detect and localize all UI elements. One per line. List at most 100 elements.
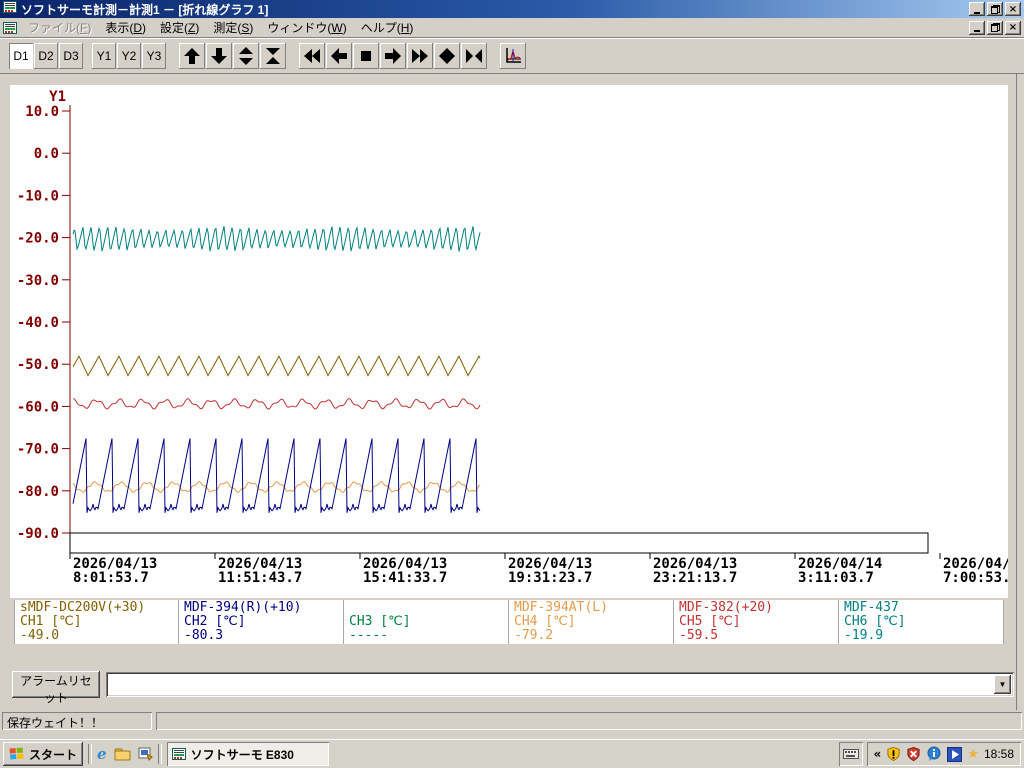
mdi-client-area: Y1 10.0 0.0 -10.0 -20.0 -30.0 -40.0 -50.0 -60.0 -… [0, 74, 1024, 710]
taskbar-clock[interactable]: 18:58 [984, 747, 1014, 761]
menu-measure[interactable]: 測定(S) [206, 18, 260, 37]
channel-name: MDF-382(+20) [679, 600, 773, 615]
channel-value: -79.2 [514, 628, 554, 643]
toolbar-d2-button[interactable]: D2 [34, 42, 58, 69]
stop-button[interactable] [353, 42, 379, 69]
arrow-left-icon [331, 47, 347, 64]
channel-label: CH1 [℃] [20, 614, 82, 629]
svg-text:19:31:23.7: 19:31:23.7 [508, 570, 592, 586]
step-back-button[interactable] [326, 42, 352, 69]
info-balloon-icon[interactable] [926, 746, 942, 762]
y-axis: Y110.0 0.0 -10.0 -20.0 -30.0 -40.0 -50.0 -60.0 -… [17, 89, 71, 547]
media-play-icon[interactable] [947, 746, 963, 762]
child-close-button[interactable]: × [1005, 20, 1021, 35]
svg-text:-10.0: -10.0 [17, 188, 59, 204]
legend-cell-ch4: MDF-394AT(L) CH4 [℃] -79.2 [509, 600, 674, 644]
taskbar-task-softthermo[interactable]: ソフトサーモ E830 [166, 742, 329, 766]
security-alert-shield-icon[interactable] [886, 746, 901, 762]
alarm-combobox-value[interactable] [109, 675, 994, 694]
graph-display-button[interactable] [500, 42, 526, 69]
taskbar-separator [157, 744, 162, 764]
svg-text:-50.0: -50.0 [17, 357, 59, 373]
expand-vertical-button[interactable] [233, 42, 259, 69]
restore-icon [990, 23, 1000, 32]
series-line-ch5 [72, 398, 481, 410]
svg-text:-30.0: -30.0 [17, 273, 59, 289]
folder-icon[interactable] [114, 747, 131, 761]
toolbar-y3-button[interactable]: Y3 [142, 42, 166, 69]
channel-legend: sMDF-DC200V(+30) CH1 [℃] -49.0 MDF-394(R… [14, 600, 1004, 644]
step-forward-button[interactable] [380, 42, 406, 69]
channel-name: MDF-394(R)(+10) [184, 600, 302, 615]
channel-name: MDF-437 [844, 600, 899, 615]
fast-forward-icon [412, 48, 428, 63]
tray-overflow-chevron[interactable]: « [874, 747, 882, 761]
compress-vertical-button[interactable] [260, 42, 286, 69]
channel-label: CH3 [℃] [349, 614, 411, 629]
svg-text:3:11:03.7: 3:11:03.7 [798, 570, 874, 586]
fast-forward-button[interactable] [407, 42, 433, 69]
dropdown-button[interactable]: ▼ [994, 675, 1011, 694]
series-line-ch2 [72, 438, 481, 513]
app-icon [3, 0, 17, 19]
child-window-icon[interactable] [3, 21, 17, 35]
alarm-combobox[interactable]: ▼ [106, 672, 1014, 697]
quick-launch: e [97, 745, 153, 763]
toolbar-y1-button[interactable]: Y1 [92, 42, 116, 69]
internet-explorer-icon[interactable]: e [97, 745, 107, 763]
svg-text:-90.0: -90.0 [17, 526, 59, 542]
toolbar-d3-button[interactable]: D3 [59, 42, 83, 69]
fast-rewind-icon [304, 48, 320, 63]
series-line-ch6 [72, 225, 481, 252]
close-icon: × [1008, 22, 1018, 33]
minimize-icon [974, 11, 980, 14]
channel-name: MDF-394AT(L) [514, 600, 608, 615]
status-bar: 保存ウェイト！！ [0, 710, 1024, 732]
expand-horizontal-button[interactable] [434, 42, 460, 69]
svg-text:-60.0: -60.0 [17, 399, 59, 415]
restore-button[interactable] [987, 2, 1003, 16]
svg-text:23:21:13.7: 23:21:13.7 [653, 570, 737, 586]
expand-horizontal-icon [439, 47, 455, 64]
chart-panel: Y1 10.0 0.0 -10.0 -20.0 -30.0 -40.0 -50.0 -60.0 -… [10, 85, 1024, 598]
child-restore-button[interactable] [987, 20, 1003, 35]
toolbar: D1 D2 D3 Y1 Y2 Y3 [0, 37, 1024, 74]
start-button[interactable]: スタート [3, 742, 84, 766]
legend-cell-ch2: MDF-394(R)(+10) CH2 [℃] -80.3 [179, 600, 344, 644]
legend-cell-ch6: MDF-437 CH6 [℃] -19.9 [839, 600, 1004, 644]
scroll-up-button[interactable] [179, 42, 205, 69]
compress-horizontal-icon [466, 48, 482, 63]
channel-value: -59.5 [679, 628, 719, 643]
legend-cell-ch5: MDF-382(+20) CH5 [℃] -59.5 [674, 600, 839, 644]
status-secondary [156, 712, 1022, 730]
show-desktop-icon[interactable] [138, 747, 153, 761]
favorites-star-icon[interactable]: ★ [967, 746, 979, 762]
menu-settings[interactable]: 設定(Z) [153, 18, 206, 37]
input-method-indicator[interactable] [839, 742, 863, 766]
start-label: スタート [29, 747, 78, 762]
menu-help[interactable]: ヘルプ(H) [354, 18, 421, 37]
channel-value: ----- [349, 628, 389, 643]
svg-text:0.0: 0.0 [34, 146, 59, 162]
svg-text:7:00:53.7: 7:00:53.7 [943, 570, 1008, 586]
child-minimize-button[interactable] [969, 20, 985, 35]
security-error-shield-icon[interactable] [906, 746, 921, 762]
toolbar-y2-button[interactable]: Y2 [117, 42, 141, 69]
alarm-reset-button[interactable]: アラームリセット [12, 671, 100, 705]
taskbar: スタート e ソフトサーモ E830 « ★ 18:58 [0, 739, 1024, 768]
scroll-down-button[interactable] [206, 42, 232, 69]
compress-horizontal-button[interactable] [461, 42, 487, 69]
toolbar-d1-button[interactable]: D1 [9, 42, 33, 69]
series-line-ch4 [72, 481, 481, 494]
menu-view[interactable]: 表示(D) [98, 18, 153, 37]
expand-vertical-icon [239, 46, 253, 65]
title-bar: ソフトサーモ計測－計測1 － [折れ線グラフ 1] × [0, 0, 1024, 18]
menu-file[interactable]: ファイル(F) [21, 18, 98, 37]
line-chart: Y110.0 0.0 -10.0 -20.0 -30.0 -40.0 -50.0 -60.0 -… [17, 89, 1024, 586]
close-button[interactable]: × [1005, 2, 1021, 16]
menu-window[interactable]: ウィンドウ(W) [260, 18, 353, 37]
fast-rewind-button[interactable] [299, 42, 325, 69]
status-message: 保存ウェイト！！ [2, 712, 152, 730]
minimize-button[interactable] [969, 2, 985, 16]
menu-bar: ファイル(F) 表示(D) 設定(Z) 測定(S) ウィンドウ(W) ヘルプ(H… [0, 18, 1024, 37]
